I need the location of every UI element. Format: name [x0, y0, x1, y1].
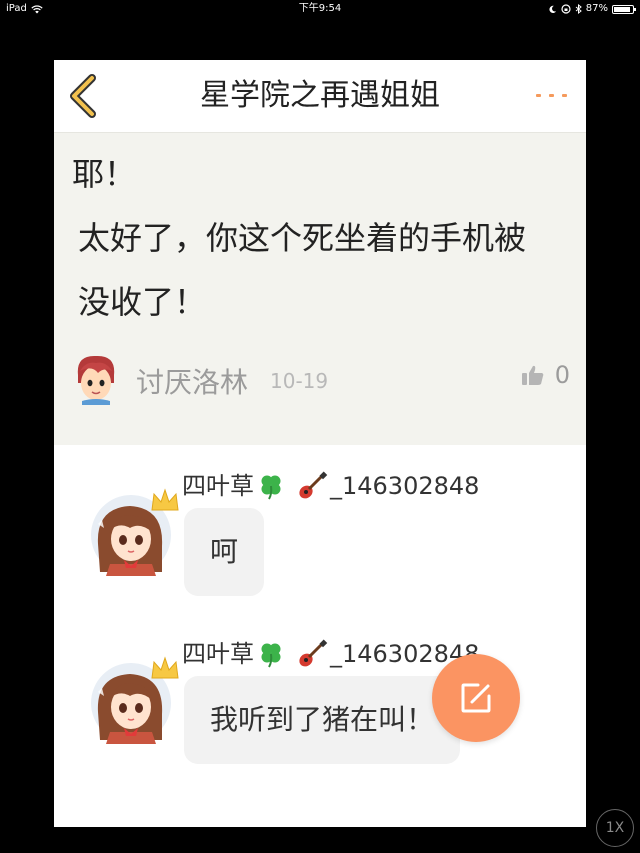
post-text-line: 太好了，你这个死坐着的手机被: [78, 219, 527, 257]
status-time: 下午9:54: [298, 3, 342, 14]
app-window: 星学院之再遇姐姐 耶！ 太好了，你这个死坐着的手机被 没收了！ 讨厌洛林 10-…: [54, 60, 586, 827]
more-dot: [536, 94, 541, 97]
post-text-line: 耶！: [72, 155, 137, 193]
clover-emoji-icon: [261, 643, 281, 668]
reply-bubble: 呵: [184, 508, 265, 596]
like-count: 0: [554, 361, 570, 389]
post-text-line: 没收了！: [78, 283, 207, 321]
more-dot: [549, 94, 554, 97]
zoom-toggle-button[interactable]: 1X: [596, 809, 634, 847]
reply-avatar[interactable]: [90, 656, 179, 744]
clover-emoji-icon: [261, 475, 281, 500]
like-button[interactable]: 0: [521, 361, 570, 389]
reply-username[interactable]: 四叶草 _146302848: [182, 636, 479, 672]
more-button[interactable]: [534, 84, 570, 108]
reply-bubble: 我听到了猪在叫！: [184, 676, 461, 764]
thumbs-up-icon: [521, 365, 544, 385]
crown-icon: [151, 656, 179, 679]
reply-username[interactable]: 四叶草 _146302848: [182, 468, 479, 504]
back-button[interactable]: [66, 74, 106, 118]
username-prefix: 四叶草: [182, 640, 254, 668]
guitar-emoji-icon: [299, 639, 328, 667]
battery-percent: 87%: [585, 3, 608, 14]
chevron-left-icon: [70, 74, 96, 118]
crown-icon: [151, 488, 179, 511]
navbar: 星学院之再遇姐姐: [54, 60, 586, 133]
more-dot: [562, 94, 567, 97]
post-date: 10-19: [270, 369, 329, 393]
reply-avatar[interactable]: [90, 488, 179, 576]
reply-item: 四叶草 _146302848 呵: [54, 468, 586, 608]
author-avatar[interactable]: [72, 353, 120, 405]
guitar-emoji-icon: [299, 471, 328, 499]
status-bar-right: 87%: [548, 0, 636, 18]
username-prefix: 四叶草: [182, 472, 254, 500]
battery-icon: [612, 4, 636, 14]
status-bar: iPad 下午9:54 87%: [0, 0, 640, 18]
bluetooth-icon: [575, 4, 582, 14]
username-suffix: _146302848: [330, 472, 480, 500]
edit-icon: [461, 683, 491, 713]
post-author-name[interactable]: 讨厌洛林: [136, 361, 248, 401]
moon-icon: [549, 5, 556, 13]
compose-button[interactable]: [432, 654, 520, 742]
main-post: 耶！ 太好了，你这个死坐着的手机被 没收了！ 讨厌洛林 10-19 0: [54, 133, 586, 445]
page-title: 星学院之再遇姐姐: [200, 78, 440, 113]
rotation-lock-icon: [561, 4, 571, 14]
